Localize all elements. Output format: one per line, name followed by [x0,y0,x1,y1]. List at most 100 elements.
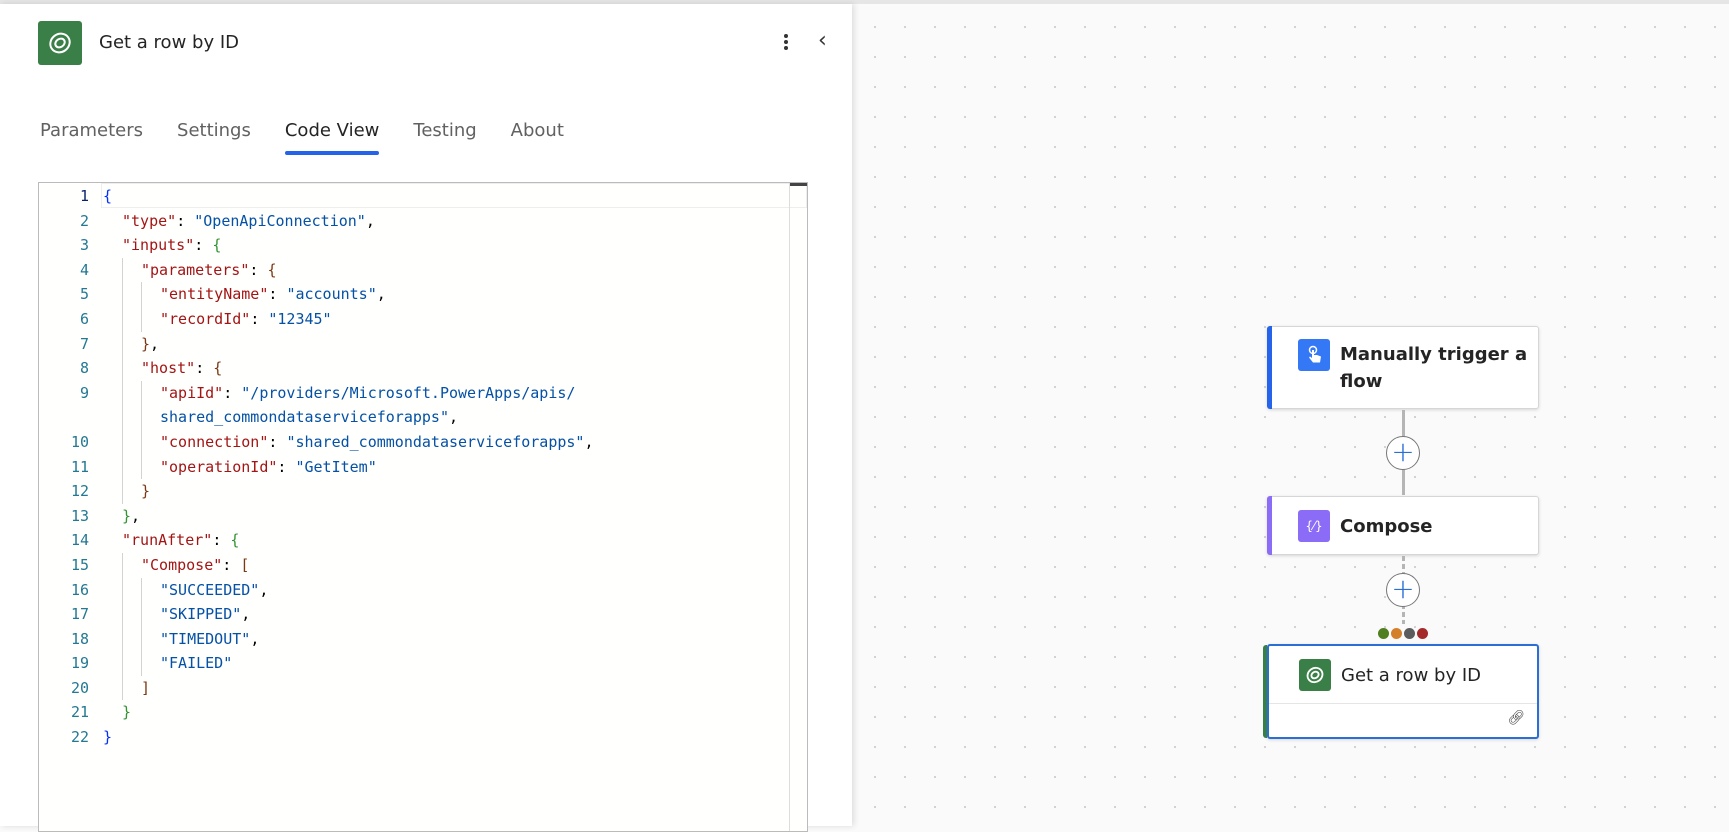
indent-guide [141,405,160,430]
indent-guide [103,528,122,553]
code-line: 21} [39,700,593,725]
indent-guide [103,282,122,307]
indent-guide [122,356,141,381]
editor-overview-ruler [789,183,790,831]
line-content: "entityName": "accounts", [89,282,386,307]
json-key: "apiId" [160,383,224,402]
line-content: shared_commondataserviceforapps", [89,405,458,430]
line-number: 15 [70,555,89,574]
code-line: 9 "apiId": "/providers/Microsoft.PowerApp… [39,380,593,406]
tab-parameters[interactable]: Parameters [40,120,143,155]
indent-guide [141,602,160,627]
get-row-by-id-node[interactable]: Get a row by ID 🔗︎ [1263,644,1539,739]
node-divider [1269,703,1537,704]
json-punctuation: : [176,211,195,230]
indent-guide [103,455,122,480]
indent-guide [103,430,122,455]
code-line: 12} [39,479,593,504]
line-content: "SKIPPED", [89,602,250,627]
code-line: 5 "entityName": "accounts", [39,282,593,307]
line-content: "inputs": { [89,233,221,258]
line-content: "SUCCEEDED", [89,577,269,603]
line-content: "type": "OpenApiConnection", [89,209,375,234]
indent-guide [103,405,122,430]
json-key: "entityName" [160,285,269,304]
indent-guide [122,479,141,504]
json-string: "OpenApiConnection" [194,211,366,230]
indent-guide [103,479,122,504]
indent-guide [103,553,122,578]
node-accent [1263,645,1267,738]
indent-guide [103,578,122,603]
json-string: shared_commondataserviceforapps" [160,408,449,427]
code-line: 6 "recordId": "12345" [39,306,593,332]
json-punctuation: , [365,211,375,230]
tab-settings[interactable]: Settings [177,120,251,155]
line-number: 14 [70,531,89,550]
indent-guide [122,429,141,455]
json-string: "/providers/Microsoft.PowerApps/apis/ [241,383,576,402]
indent-guide [122,331,141,357]
json-punctuation: : [268,432,287,451]
code-line: 11 "operationId": "GetItem" [39,454,593,480]
trigger-label-line1: Manually trigger a [1340,344,1528,365]
json-key: "operationId" [160,457,278,476]
collapse-panel-chevron-icon[interactable]: ‹ [818,28,827,53]
json-punctuation: { [267,260,277,279]
line-number: 22 [70,728,89,747]
code-editor[interactable]: 1{2 "type": "OpenApiConnection", 3 "inputs"… [38,182,808,832]
line-number: 5 [79,285,89,304]
json-punctuation: { [103,187,113,205]
json-key: "runAfter" [122,531,213,550]
line-content: "Compose": [ [89,552,249,578]
line-number: 9 [79,383,89,402]
line-number: 17 [70,605,89,624]
node-accent [1267,496,1272,555]
json-punctuation: : [222,555,241,574]
json-string: "shared_commondataserviceforapps" [286,432,585,451]
indent-guide [103,602,122,627]
indent-guide [141,577,160,603]
code-line: 10 "connection": "shared_commondataservic… [39,429,593,455]
line-number: 4 [79,260,89,279]
json-punctuation: , [259,580,269,599]
indent-guide [141,282,160,307]
panel-tabs: Parameters Settings Code View Testing Ab… [40,120,564,155]
line-content: "host": { [89,356,222,381]
code-line: 3 "inputs": { [39,233,593,258]
compose-node[interactable]: {⁄} Compose [1267,496,1539,555]
trigger-node[interactable]: Manually trigger a flow [1267,326,1539,409]
json-punctuation: : [268,285,287,304]
scrollbar-thumb[interactable] [790,183,807,186]
indent-guide [103,676,122,701]
json-punctuation: , [241,605,251,624]
indent-guide [122,454,141,480]
more-options-icon[interactable] [778,30,794,54]
indent-guide [122,282,141,307]
json-string: "TIMEDOUT" [160,629,251,648]
flow-canvas[interactable]: Manually trigger a flow + {⁄} Compose + … [852,4,1729,826]
dataverse-icon [38,21,82,65]
tab-about[interactable]: About [511,120,564,155]
json-punctuation: { [213,359,223,378]
indent-guide [141,626,160,652]
add-step-button[interactable]: + [1386,436,1420,470]
json-punctuation: : [194,236,213,255]
indent-guide [103,332,122,357]
link-icon[interactable]: 🔗︎ [1507,710,1525,726]
indent-guide [141,380,160,406]
line-number: 19 [70,654,89,673]
code-lines: 1{2 "type": "OpenApiConnection", 3 "inputs"… [39,184,594,750]
code-line: 22} [39,725,593,750]
add-step-button[interactable]: + [1386,573,1420,607]
tab-code-view[interactable]: Code View [284,120,379,155]
code-line: 15 "Compose": [ [39,552,593,578]
indent-guide [122,626,141,652]
tab-testing[interactable]: Testing [413,120,476,155]
json-punctuation: , [150,334,160,353]
indent-guide [103,356,122,381]
code-line: 17 "SKIPPED", [39,602,593,627]
json-punctuation: , [376,285,386,304]
code-line: 4 "parameters": { [39,257,593,283]
line-number: 11 [70,457,89,476]
